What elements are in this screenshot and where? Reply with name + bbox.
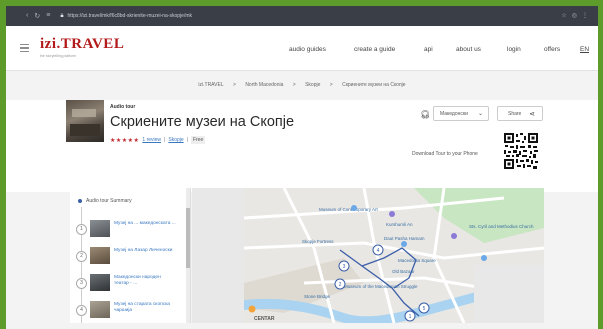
map-marker-label: 1: [409, 314, 412, 320]
stop-number: 3: [76, 278, 87, 289]
list-item[interactable]: 1 Музеј на ... македонската ...: [76, 218, 186, 244]
list-item[interactable]: 2 Музеј на Лазар Личеноски: [76, 245, 186, 271]
tour-meta: ★★★★★ 1 review | Skopje | Free: [110, 136, 206, 144]
headphones-icon: 🎧︎: [420, 110, 431, 119]
nav-create-guide[interactable]: create a guide: [354, 46, 395, 53]
breadcrumb-current: Скриените музеи на Скопје: [342, 82, 406, 88]
breadcrumb-home[interactable]: izi.TRAVEL: [198, 82, 223, 88]
chevron-down-icon: ⌄: [477, 111, 483, 117]
logo-text: izi.TRAVEL: [40, 36, 125, 52]
menu-icon[interactable]: ⋮: [582, 12, 588, 19]
reload-icon[interactable]: ↻: [34, 12, 40, 20]
map-label: Daut Pasha Hamam: [384, 236, 425, 241]
summary-bullet-icon: [78, 198, 82, 203]
map-placeholder-area: [192, 188, 244, 323]
nav-audio-guides[interactable]: audio guides: [289, 46, 326, 53]
map-marker-label: 2: [339, 282, 342, 288]
breadcrumb-separator: >: [292, 82, 296, 88]
rating-stars: ★★★★★: [110, 137, 140, 144]
language-select[interactable]: Македонски ⌄: [433, 106, 489, 121]
meta-separator: |: [186, 137, 188, 143]
stop-thumbnail: [90, 274, 110, 291]
stop-thumbnail: [90, 301, 110, 318]
nav-about-us[interactable]: about us: [456, 46, 481, 53]
stop-number: 1: [76, 224, 87, 235]
tour-cover-image: [66, 100, 104, 142]
site-header: izi.TRAVEL the storytelling platform aud…: [6, 26, 598, 71]
page-title: Скриените музеи на Скопје: [110, 114, 295, 130]
stop-thumbnail: [90, 220, 110, 237]
stop-label: Музеј на Лазар Личеноски: [114, 248, 173, 253]
nav-api[interactable]: api: [424, 46, 433, 53]
browser-toolbar: ‹ ↻ ≡ 🔒︎ https://izi.travel/mk/f6c8bd-sk…: [6, 6, 598, 26]
stop-label: Музеј на ... македонската ...: [114, 221, 176, 226]
extension-icon[interactable]: ◎: [572, 12, 577, 19]
nav-language[interactable]: EN: [580, 46, 589, 53]
district-label: CENTAR: [254, 316, 275, 322]
browser-extensions: ☆ ◎ ⋮: [561, 12, 588, 19]
map-label: Macedonia Square: [398, 258, 436, 263]
hamburger-menu-icon[interactable]: [20, 44, 29, 54]
qr-code-icon[interactable]: [503, 132, 539, 170]
map-label: Museum of the Macedonian Struggle: [344, 284, 418, 289]
map-label: Museum of Contemporary Art: [319, 207, 379, 212]
breadcrumb-separator: >: [233, 82, 236, 88]
back-icon[interactable]: ‹: [26, 12, 28, 20]
list-item[interactable]: 4 Музеј на старата скопска чаршија: [76, 299, 186, 325]
city-link[interactable]: Skopje: [168, 137, 183, 143]
browser-nav-buttons: ‹ ↻ ≡: [26, 12, 50, 20]
breadcrumb: izi.TRAVEL > North Macedonia > Skopje > …: [6, 71, 598, 99]
bookmark-icon[interactable]: ☆: [561, 12, 566, 19]
breadcrumb-separator: >: [329, 82, 333, 88]
breadcrumb-country[interactable]: North Macedonia: [245, 82, 283, 88]
map-marker-label: 4: [377, 248, 380, 254]
breadcrumb-city[interactable]: Skopje: [305, 82, 320, 88]
stop-label: Македонски народен театар - ...: [114, 275, 161, 286]
nav-offers[interactable]: offers: [544, 46, 560, 53]
scrollbar-thumb[interactable]: [186, 208, 190, 268]
map-label: Old Bazaar: [392, 269, 415, 274]
stop-thumbnail: [90, 247, 110, 264]
map-marker-label: 3: [343, 264, 346, 270]
izi-travel-logo[interactable]: izi.TRAVEL the storytelling platform: [40, 36, 124, 58]
summary-item[interactable]: Audio tour Summary: [78, 198, 132, 204]
language-select-value: Македонски: [440, 111, 468, 117]
map-label: Stone Bridge: [304, 294, 331, 299]
map-label: Sts. Cyril and Methodius Church: [469, 224, 534, 229]
download-text: Download Tour to your Phone: [412, 151, 478, 157]
summary-label: Audio tour Summary: [86, 198, 132, 204]
map-placeholder-area: [474, 265, 544, 323]
share-label: Share: [508, 111, 522, 117]
meta-separator: |: [164, 137, 166, 143]
list-item[interactable]: 3 Македонски народен театар - ...: [76, 272, 186, 298]
map-label: Skopje Fortress: [302, 239, 334, 244]
sidebar-scrollbar[interactable]: [186, 188, 190, 323]
map-marker-label: 5: [423, 306, 426, 312]
tour-type-label: Audio tour: [110, 104, 136, 110]
nav-login[interactable]: login: [507, 46, 521, 53]
stop-label: Музеј на старата скопска чаршија: [114, 302, 170, 313]
reviews-link[interactable]: 1 review: [142, 137, 161, 143]
lock-icon: 🔒︎: [60, 12, 64, 19]
share-button[interactable]: Share ⋖: [497, 106, 543, 121]
share-icon: ⋖: [529, 111, 535, 118]
stop-number: 2: [76, 251, 87, 262]
address-bar[interactable]: https://izi.travel/mk/f6c8bd-skrienite-m…: [68, 13, 193, 19]
stop-number: 4: [76, 305, 87, 316]
price-badge: Free: [190, 136, 206, 144]
tabs-icon[interactable]: ≡: [46, 12, 50, 20]
logo-tagline: the storytelling platform: [40, 54, 77, 58]
map-label: Kurshumli An: [386, 222, 413, 227]
